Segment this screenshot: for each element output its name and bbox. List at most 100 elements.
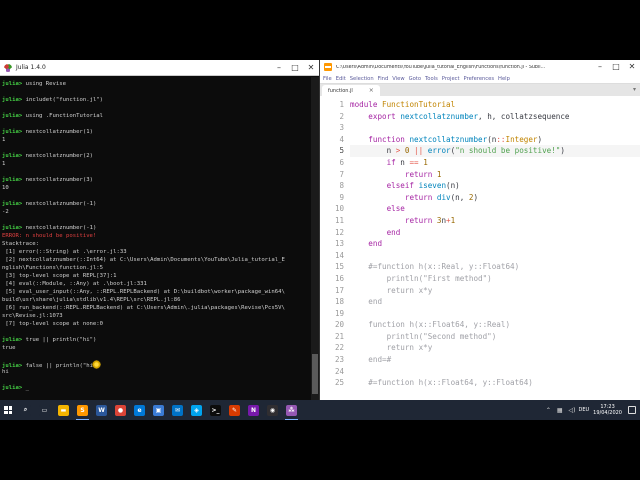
- line-number: 1: [339, 100, 344, 109]
- code-line: ​: [350, 308, 640, 320]
- chevron-down-icon[interactable]: ▾: [633, 86, 636, 93]
- code-token: ==: [409, 157, 419, 167]
- line-number: 17: [334, 285, 344, 295]
- sublime-icon: S: [77, 404, 88, 416]
- code-line: ​ #=function h(x::Real, y::Float64): [350, 261, 640, 273]
- taskbar-photos[interactable]: ▣: [149, 400, 168, 420]
- taskbar-word[interactable]: W: [92, 400, 111, 420]
- code-token: n: [350, 146, 396, 156]
- repl-line: [2, 104, 309, 112]
- sublime-titlebar[interactable]: C:\Users\Admin\Documents\YouTube\Julia_t…: [320, 60, 640, 74]
- menu-view[interactable]: View: [392, 76, 404, 82]
- edge-icon: e: [134, 404, 145, 416]
- julia-logo-icon: [4, 63, 12, 72]
- code-token: println("Second method"): [386, 331, 497, 341]
- menu-project[interactable]: Project: [442, 76, 460, 82]
- code-editor[interactable]: 1 2 3 4 5 6 7 8 9 10 11 12 13 14 15 16 17 18 19 20 21 22 23 24 2…: [320, 97, 640, 400]
- tab-close-icon[interactable]: ×: [369, 87, 374, 94]
- close-icon[interactable]: ✕: [624, 60, 640, 74]
- taskbar-task-view[interactable]: ▭: [35, 400, 54, 420]
- taskbar-sublime[interactable]: S: [73, 400, 92, 420]
- code-token: ||: [414, 146, 424, 156]
- clock[interactable]: 17:23 19/04/2020: [593, 404, 622, 417]
- repl-prompt: julia>: [2, 153, 23, 159]
- code-token: ): [560, 146, 565, 156]
- taskbar-julia[interactable]: ⁂: [282, 400, 301, 420]
- taskbar-chrome[interactable]: ●: [111, 400, 130, 420]
- line-number: 24: [334, 366, 344, 376]
- code-token: error: [427, 146, 451, 156]
- maximize-icon[interactable]: □: [287, 61, 303, 75]
- taskbar-search[interactable]: ⌕: [16, 400, 35, 420]
- menu-tools[interactable]: Tools: [425, 76, 438, 82]
- system-tray: ⌃ ▦ ◁) DEU 17:23 19/04/2020: [543, 400, 640, 420]
- repl-error: ERROR: n should be positive!: [2, 233, 97, 239]
- obs-icon: ◉: [267, 404, 278, 416]
- menu-file[interactable]: File: [323, 76, 332, 82]
- taskbar-store[interactable]: ◈: [187, 400, 206, 420]
- menu-goto[interactable]: Goto: [409, 76, 421, 82]
- minimize-icon[interactable]: –: [271, 61, 287, 75]
- repl-output-text: nglish\Functions\function.jl:5: [2, 265, 104, 271]
- taskbar-paint[interactable]: ✎: [225, 400, 244, 420]
- repl-output[interactable]: julia> using Revise julia> includet("func…: [0, 77, 311, 400]
- menu-help[interactable]: Help: [498, 76, 510, 82]
- repl-scrollbar-thumb[interactable]: [312, 354, 318, 394]
- windows-logo-icon: [4, 406, 12, 414]
- repl-line: build\usr\share\julia\stdlib\v1.4\REPL\s…: [2, 296, 309, 304]
- repl-line: [2, 168, 309, 176]
- menu-selection[interactable]: Selection: [350, 76, 374, 82]
- line-number: 22: [334, 343, 344, 353]
- menu-bar: File Edit Selection Find View Goto Tools Projec…: [320, 74, 640, 84]
- paint-icon: ✎: [229, 404, 240, 416]
- taskbar-edge[interactable]: e: [130, 400, 149, 420]
- line-number: 21: [334, 331, 344, 341]
- code-token: nextcollatznumber: [400, 111, 479, 121]
- volume-icon[interactable]: ◁): [569, 407, 576, 414]
- line-number: 6: [339, 157, 344, 167]
- repl-prompt: julia>: [2, 337, 23, 343]
- code-token: 1: [423, 157, 428, 167]
- repl-line: julia> true || println("hi"): [2, 336, 309, 344]
- code-line: ​ elseif iseven(n): [350, 180, 640, 192]
- notification-icon[interactable]: [628, 406, 636, 414]
- taskbar-apps: ⌕ ▭ ▬ S W ● e ▣ ✉ ◈ >_ ✎ N ◉ ⁂: [16, 400, 301, 420]
- taskbar-obs[interactable]: ◉: [263, 400, 282, 420]
- code-area[interactable]: ​module FunctionTutorial​ export nextcol…: [350, 97, 640, 400]
- repl-scrollbar[interactable]: [311, 77, 319, 400]
- menu-find[interactable]: Find: [378, 76, 389, 82]
- close-icon[interactable]: ✕: [303, 61, 319, 75]
- language-indicator[interactable]: DEU: [579, 407, 590, 413]
- taskbar-terminal[interactable]: >_: [206, 400, 225, 420]
- clock-date: 19/04/2020: [593, 410, 622, 416]
- start-button[interactable]: [0, 400, 16, 420]
- sublime-window[interactable]: C:\Users\Admin\Documents\YouTube\Julia_t…: [320, 60, 640, 400]
- repl-prompt: julia>: [2, 113, 23, 119]
- taskbar-mail[interactable]: ✉: [168, 400, 187, 420]
- repl-line: 1: [2, 160, 309, 168]
- line-number: 5: [339, 146, 344, 156]
- repl-prompt: julia>: [2, 225, 23, 231]
- repl-output-text: [1] error(::String) at .\error.jl:33: [2, 249, 127, 255]
- minimize-icon[interactable]: –: [592, 60, 608, 74]
- julia-titlebar[interactable]: Julia 1.4.0 – □ ✕: [0, 60, 319, 76]
- maximize-icon[interactable]: □: [608, 60, 624, 74]
- tab-function-jl[interactable]: function.jl ×: [322, 85, 380, 96]
- chevron-up-icon[interactable]: ⌃: [546, 407, 551, 414]
- taskbar-file-explorer[interactable]: ▬: [54, 400, 73, 420]
- repl-output-text: 1: [2, 137, 6, 143]
- code-token: elseif: [386, 181, 419, 191]
- network-icon[interactable]: ▦: [557, 407, 563, 414]
- menu-preferences[interactable]: Preferences: [464, 76, 495, 82]
- code-line: ​ function h(x::Float64, y::Real): [350, 319, 640, 331]
- taskbar-onenote[interactable]: N: [244, 400, 263, 420]
- repl-output-text: Stacktrace:: [2, 241, 40, 247]
- repl-output-text: [2] nextcollatznumber(::Int64) at C:\Use…: [2, 257, 285, 263]
- julia-repl-window[interactable]: Julia 1.4.0 – □ ✕ julia> using Revise jul…: [0, 60, 320, 400]
- menu-edit[interactable]: Edit: [336, 76, 346, 82]
- repl-line: -2: [2, 208, 309, 216]
